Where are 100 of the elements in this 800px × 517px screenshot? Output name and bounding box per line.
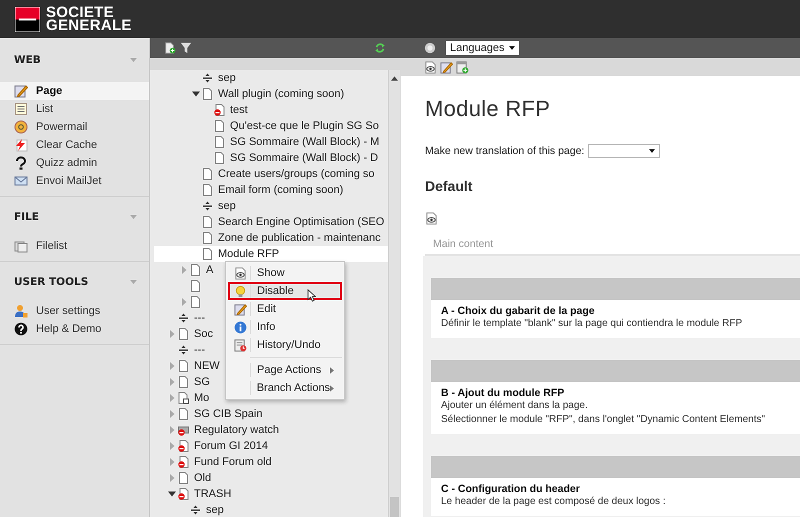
history-icon	[234, 338, 246, 352]
tree-item[interactable]: Qu'est-ce que le Plugin SG So	[227, 120, 379, 132]
list-icon	[14, 102, 28, 116]
module-item[interactable]: Envoi MailJet	[0, 172, 149, 190]
tree-item[interactable]: Regulatory watch	[191, 424, 279, 436]
caret-icon[interactable]	[130, 214, 137, 220]
translation-select[interactable]	[588, 144, 660, 158]
element-title: C - Configuration du header	[441, 483, 581, 495]
module-item[interactable]: List	[0, 100, 149, 118]
page-icon	[214, 136, 225, 148]
module-item[interactable]: Help & Demo	[0, 320, 149, 338]
menu-item[interactable]: Edit	[228, 300, 342, 318]
folder-icon	[14, 239, 28, 253]
tree-item[interactable]: ---	[191, 344, 205, 356]
view-page-icon	[424, 60, 437, 74]
separator-icon	[178, 344, 189, 356]
new-record-icon[interactable]	[456, 60, 469, 74]
element-text: Ajouter un élément dans la page.	[441, 399, 589, 413]
tree-item[interactable]: test	[227, 104, 248, 116]
expand-arrow-icon[interactable]	[168, 378, 176, 386]
pencil-page-icon	[234, 302, 246, 316]
separator-icon	[202, 72, 213, 84]
tree-item[interactable]: Mo	[191, 392, 210, 404]
tree-item[interactable]: sep	[215, 72, 236, 84]
tree-item[interactable]: SG	[191, 376, 210, 388]
caret-icon[interactable]	[130, 58, 137, 62]
tree-item[interactable]: Forum GI 2014	[191, 440, 268, 452]
page-title: Module RFP	[425, 96, 552, 122]
scroll-up-icon[interactable]	[391, 76, 398, 81]
refresh-icon[interactable]	[374, 42, 386, 54]
element-title: B - Ajout du module RFP	[441, 387, 566, 399]
hidden-page-icon	[178, 440, 189, 452]
page-icon	[178, 328, 189, 340]
expand-arrow-icon[interactable]	[168, 442, 176, 450]
collapse-arrow-icon[interactable]	[192, 90, 200, 98]
expand-arrow-icon[interactable]	[168, 458, 176, 466]
expand-arrow-icon[interactable]	[168, 394, 176, 402]
tree-item[interactable]: ---	[191, 312, 205, 324]
brand-name: SOCIETE	[46, 6, 114, 19]
hidden-page-icon	[214, 104, 225, 116]
filter-icon[interactable]	[180, 42, 192, 54]
page-icon	[202, 88, 213, 100]
tree-item[interactable]: Soc	[191, 328, 213, 340]
collapse-arrow-icon[interactable]	[168, 490, 176, 498]
menu-item[interactable]: Branch Actions	[228, 379, 342, 397]
tree-item[interactable]: sep	[203, 504, 224, 516]
tree-item[interactable]: TRASH	[191, 488, 232, 500]
expand-arrow-icon[interactable]	[168, 410, 176, 418]
view-page-icon	[234, 266, 246, 280]
page-icon	[202, 168, 213, 180]
module-item[interactable]: Quizz admin	[0, 154, 149, 172]
module-item[interactable]: Filelist	[0, 237, 149, 255]
expand-arrow-icon[interactable]	[168, 362, 176, 370]
mouse-pointer-icon	[307, 289, 316, 302]
section-title: FILE	[14, 211, 39, 223]
expand-arrow-icon[interactable]	[180, 266, 188, 274]
page-icon	[190, 264, 201, 276]
tree-item[interactable]: Wall plugin (coming soon)	[215, 88, 344, 100]
scrollbar[interactable]	[388, 70, 400, 517]
tree-item[interactable]: sep	[215, 200, 236, 212]
tree-item[interactable]: SG CIB Spain	[191, 408, 262, 420]
tree-item[interactable]: Create users/groups (coming so	[215, 168, 375, 180]
mount-page-icon	[178, 392, 189, 404]
element-title: A - Choix du gabarit de la page	[441, 305, 596, 317]
tree-item[interactable]: Fund Forum old	[191, 456, 272, 468]
menu-item[interactable]: History/Undo	[228, 336, 342, 354]
module-item[interactable]: User settings	[0, 302, 149, 320]
menu-item[interactable]: Page Actions	[228, 361, 342, 379]
expand-arrow-icon[interactable]	[180, 298, 188, 306]
section-heading: Default	[425, 178, 474, 194]
caret-icon[interactable]	[130, 280, 137, 284]
tree-item[interactable]: A	[203, 264, 214, 276]
module-item[interactable]: Page	[0, 82, 149, 100]
pencil-page-icon	[14, 84, 28, 98]
tree-item[interactable]: Old	[191, 472, 212, 484]
menu-item[interactable]: Show	[228, 264, 342, 282]
scrollbar-thumb[interactable]	[390, 497, 399, 517]
tree-item[interactable]: Search Engine Optimisation (SEO	[215, 216, 384, 228]
module-item[interactable]: Powermail	[0, 118, 149, 136]
element-text: Le header de la page est composé de deux logos :	[441, 495, 667, 509]
expand-arrow-icon[interactable]	[168, 426, 176, 434]
tree-item[interactable]: SG Sommaire (Wall Block) - M	[227, 136, 380, 148]
tree-item[interactable]: Email form (coming soon)	[215, 184, 344, 196]
menu-item[interactable]: Disable	[228, 282, 342, 300]
menu-item[interactable]: Info	[228, 318, 342, 336]
tree-item[interactable]: SG Sommaire (Wall Block) - D	[227, 152, 378, 164]
help-icon	[14, 322, 28, 336]
tree-item[interactable]: Zone de publication - maintenanc	[215, 232, 381, 244]
dropdown-arrow-icon	[649, 149, 656, 153]
language-select[interactable]: Languages	[446, 41, 520, 55]
new-page-icon[interactable]	[164, 42, 176, 54]
module-item[interactable]: Clear Cache	[0, 136, 149, 154]
page-icon	[178, 472, 189, 484]
globe-icon[interactable]	[424, 42, 436, 54]
hidden-page-icon	[178, 424, 189, 436]
page-icon	[202, 184, 213, 196]
expand-arrow-icon[interactable]	[168, 474, 176, 482]
tree-item[interactable]: NEW	[191, 360, 220, 372]
expand-arrow-icon[interactable]	[168, 330, 176, 338]
view-page-icon[interactable]	[425, 212, 438, 225]
